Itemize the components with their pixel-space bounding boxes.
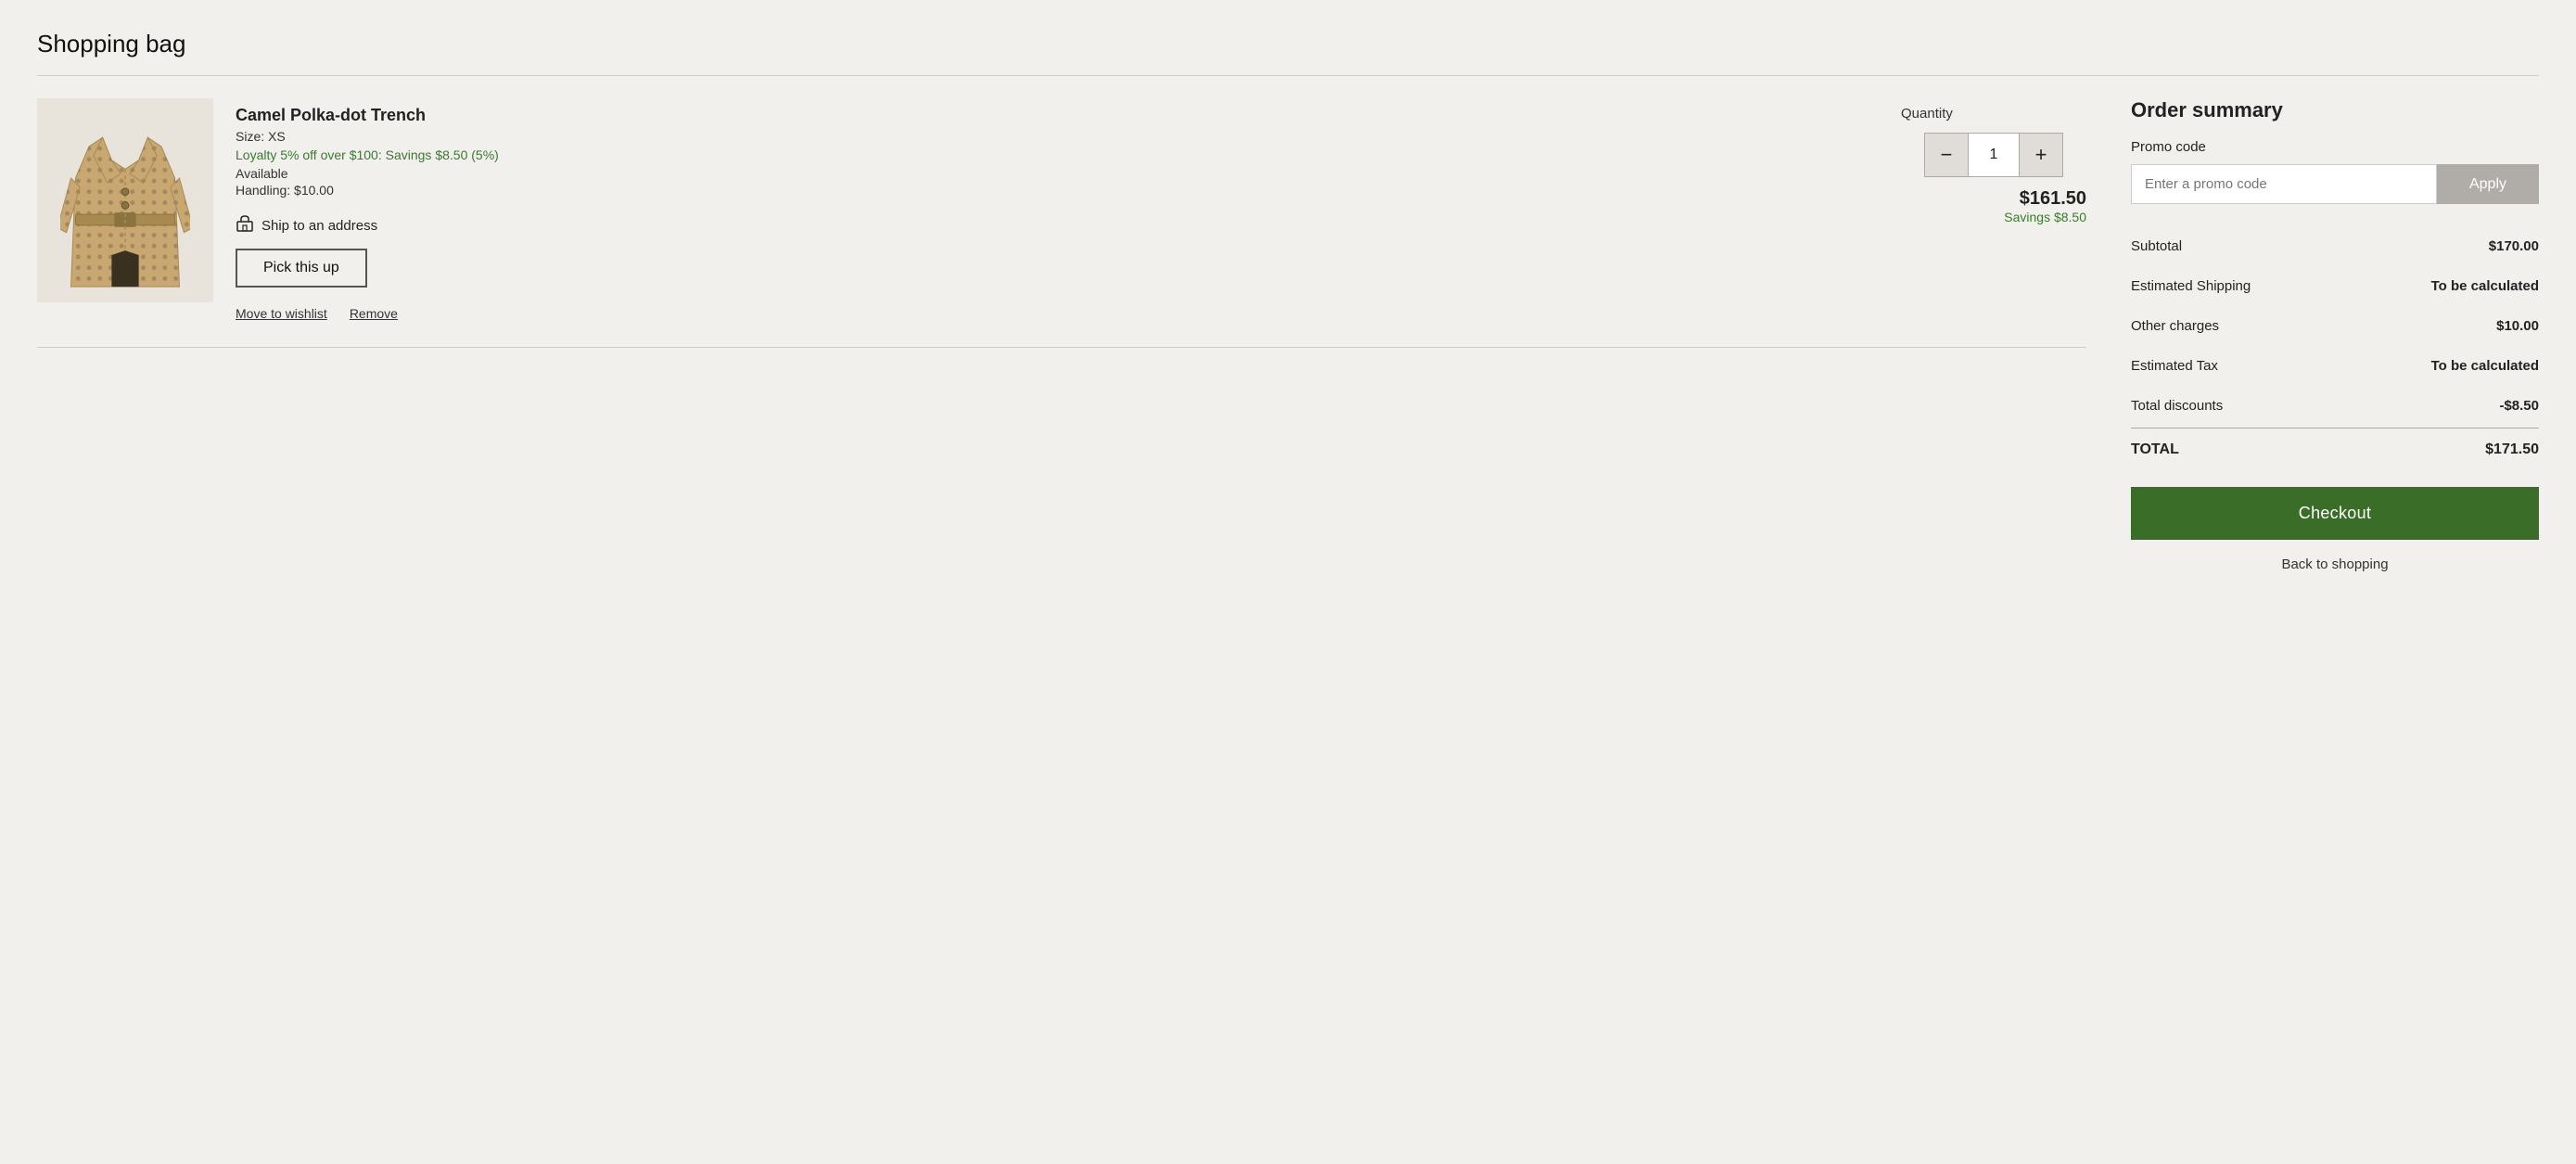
promo-input[interactable] <box>2131 164 2437 204</box>
promo-label: Promo code <box>2131 139 2539 155</box>
price-section: $161.50 Savings $8.50 <box>2004 188 2086 225</box>
ship-icon <box>236 214 254 237</box>
product-image <box>60 110 190 291</box>
apply-promo-button[interactable]: Apply <box>2437 164 2539 204</box>
decrease-quantity-button[interactable]: − <box>1925 134 1968 176</box>
header-divider <box>37 75 2539 76</box>
total-label: TOTAL <box>2131 441 2179 458</box>
summary-row-shipping: Estimated Shipping To be calculated <box>2131 266 2539 306</box>
price-main: $161.50 <box>2004 188 2086 210</box>
other-charges-value: $10.00 <box>2496 318 2539 334</box>
shipping-value: To be calculated <box>2431 278 2539 294</box>
product-image-wrapper <box>37 98 213 302</box>
available-text: Available <box>236 166 1879 181</box>
quantity-label: Quantity <box>1901 106 1953 122</box>
main-layout: Camel Polka-dot Trench Size: XS Loyalty … <box>37 98 2539 572</box>
subtotal-label: Subtotal <box>2131 238 2182 254</box>
total-value: $171.50 <box>2485 441 2539 458</box>
product-size: Size: XS <box>236 129 1879 144</box>
summary-rows: Subtotal $170.00 Estimated Shipping To b… <box>2131 226 2539 470</box>
move-to-wishlist-button[interactable]: Move to wishlist <box>236 306 327 321</box>
summary-row-total: TOTAL $171.50 <box>2131 428 2539 470</box>
cart-section: Camel Polka-dot Trench Size: XS Loyalty … <box>37 98 2086 348</box>
page-title: Shopping bag <box>37 30 2539 58</box>
tax-label: Estimated Tax <box>2131 358 2218 374</box>
increase-quantity-button[interactable]: + <box>2020 134 2062 176</box>
order-summary-title: Order summary <box>2131 98 2539 122</box>
checkout-button[interactable]: Checkout <box>2131 487 2539 540</box>
product-name: Camel Polka-dot Trench <box>236 106 1879 125</box>
remove-button[interactable]: Remove <box>350 306 398 321</box>
back-to-shopping-link[interactable]: Back to shopping <box>2131 556 2539 572</box>
minus-icon: − <box>1941 143 1953 167</box>
cart-actions: Move to wishlist Remove <box>236 306 1879 321</box>
loyalty-text: Loyalty 5% off over $100: Savings $8.50 … <box>236 147 1879 162</box>
quantity-controls: − + <box>1924 133 2063 177</box>
discounts-value: -$8.50 <box>2499 398 2539 414</box>
summary-row-other-charges: Other charges $10.00 <box>2131 306 2539 346</box>
product-details: Camel Polka-dot Trench Size: XS Loyalty … <box>236 98 1879 321</box>
cart-item: Camel Polka-dot Trench Size: XS Loyalty … <box>37 98 2086 343</box>
ship-label: Ship to an address <box>261 218 377 234</box>
summary-row-subtotal: Subtotal $170.00 <box>2131 226 2539 266</box>
pickup-button[interactable]: Pick this up <box>236 249 367 288</box>
shipping-label: Estimated Shipping <box>2131 278 2251 294</box>
ship-row: Ship to an address <box>236 214 1879 237</box>
plus-icon: + <box>2035 143 2047 167</box>
order-summary: Order summary Promo code Apply Subtotal … <box>2131 98 2539 572</box>
quantity-price-section: Quantity − + $161.50 Savings $8.50 <box>1901 98 2086 225</box>
price-savings: Savings $8.50 <box>2004 210 2086 224</box>
cart-item-divider <box>37 347 2086 348</box>
quantity-input[interactable] <box>1968 134 2020 176</box>
other-charges-label: Other charges <box>2131 318 2219 334</box>
promo-row: Apply <box>2131 164 2539 204</box>
discounts-label: Total discounts <box>2131 398 2223 414</box>
summary-row-tax: Estimated Tax To be calculated <box>2131 346 2539 386</box>
tax-value: To be calculated <box>2431 358 2539 374</box>
summary-row-discounts: Total discounts -$8.50 <box>2131 386 2539 426</box>
handling-text: Handling: $10.00 <box>236 183 1879 198</box>
subtotal-value: $170.00 <box>2489 238 2539 254</box>
